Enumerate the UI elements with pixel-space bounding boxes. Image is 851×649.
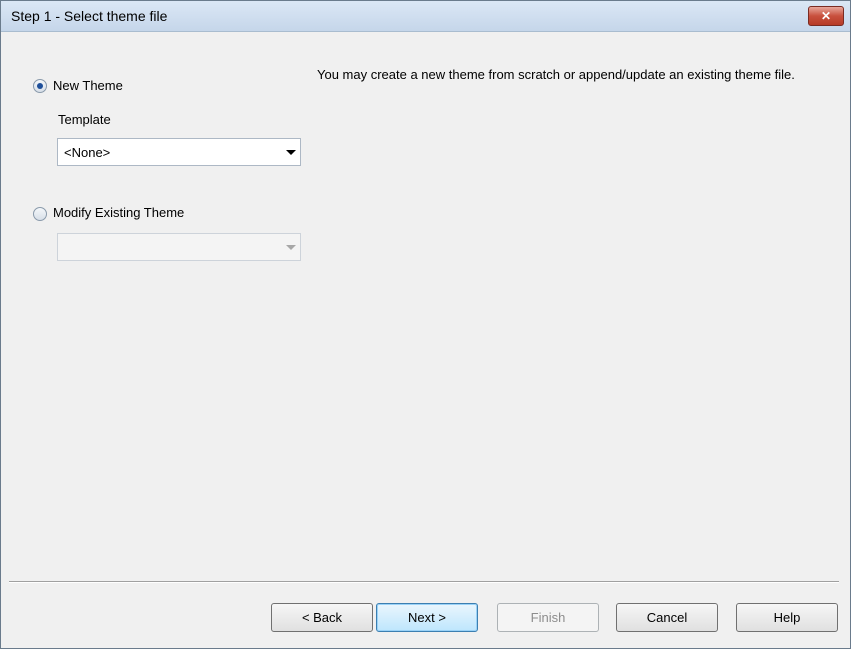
modify-existing-radio[interactable]: [33, 207, 47, 221]
footer-separator: [9, 581, 839, 583]
dropdown-arrow-icon: [286, 245, 296, 250]
window-title: Step 1 - Select theme file: [11, 8, 168, 24]
close-icon: ✕: [820, 9, 832, 23]
help-button[interactable]: Help: [736, 603, 838, 632]
next-button[interactable]: Next >: [376, 603, 478, 632]
new-theme-radio[interactable]: [33, 79, 47, 93]
template-label: Template: [58, 112, 111, 127]
existing-theme-dropdown: [57, 233, 301, 261]
back-button[interactable]: < Back: [271, 603, 373, 632]
modify-existing-label[interactable]: Modify Existing Theme: [53, 205, 184, 220]
close-button[interactable]: ✕: [808, 6, 844, 26]
dropdown-arrow-icon: [286, 150, 296, 155]
cancel-button[interactable]: Cancel: [616, 603, 718, 632]
template-dropdown[interactable]: <None>: [57, 138, 301, 166]
wizard-window: Step 1 - Select theme file ✕ New Theme T…: [0, 0, 851, 649]
template-dropdown-value: <None>: [64, 145, 111, 160]
title-bar: Step 1 - Select theme file ✕: [1, 1, 850, 32]
description-text: You may create a new theme from scratch …: [317, 67, 795, 82]
finish-button: Finish: [497, 603, 599, 632]
new-theme-label[interactable]: New Theme: [53, 78, 123, 93]
